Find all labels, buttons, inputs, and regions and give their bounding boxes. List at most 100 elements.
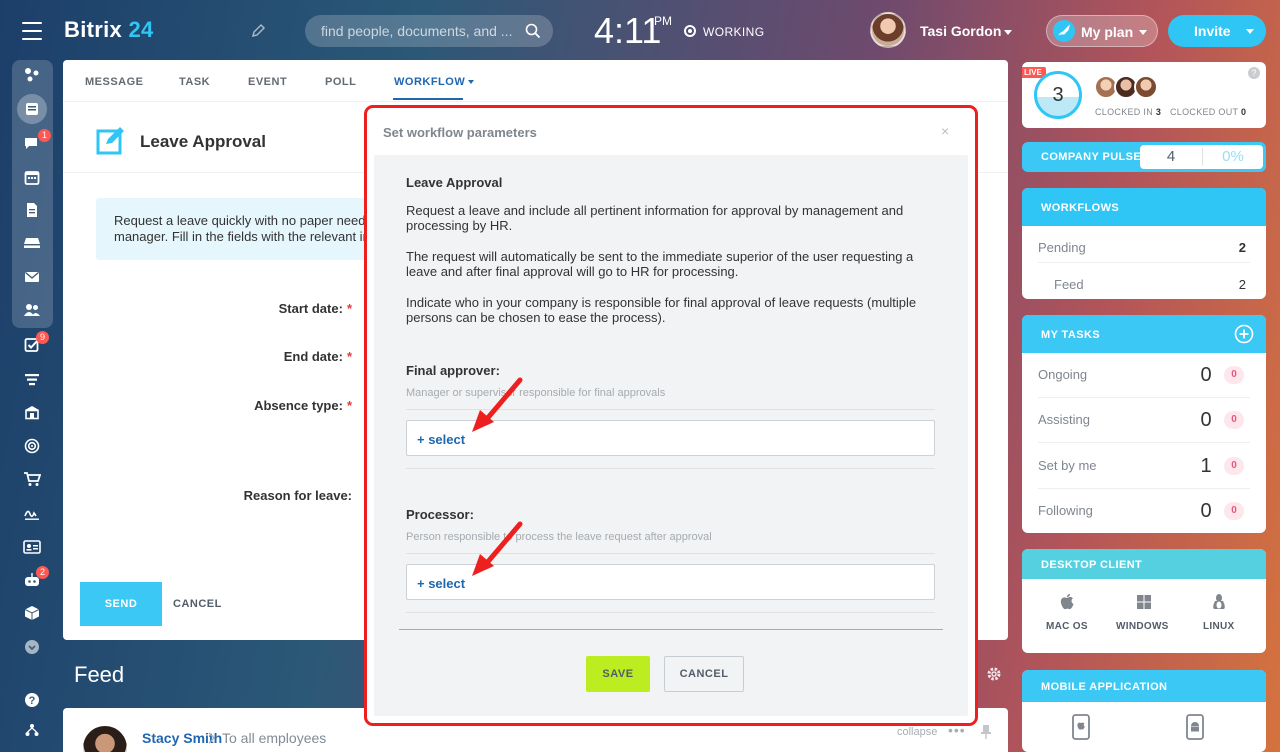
task-row-count[interactable]: 0: [1196, 500, 1216, 523]
desktop-client-widget: DESKTOP CLIENT MAC OS WINDOWS LINUX: [1022, 549, 1266, 653]
linux-link[interactable]: LINUX: [1203, 621, 1235, 632]
mobile-app-title: MOBILE APPLICATION: [1022, 670, 1266, 702]
task-row-label[interactable]: Assisting: [1038, 412, 1090, 427]
windows-icon[interactable]: [1136, 594, 1152, 610]
task-row-label[interactable]: Following: [1038, 503, 1093, 518]
online-counter[interactable]: 3: [1034, 71, 1082, 119]
menu-icon[interactable]: [22, 22, 42, 40]
workflows-feed-label[interactable]: Feed: [1054, 277, 1084, 292]
tab-task[interactable]: TASK: [179, 76, 210, 88]
my-tasks-label: MY TASKS: [1041, 329, 1101, 341]
pin-icon[interactable]: [981, 724, 991, 740]
tab-poll[interactable]: POLL: [325, 76, 356, 88]
clock-time: 4:11: [594, 10, 662, 51]
tab-workflow[interactable]: WORKFLOW: [394, 76, 465, 88]
search-icon[interactable]: [525, 23, 541, 39]
android-phone-icon[interactable]: [1186, 714, 1204, 740]
search-box[interactable]: [305, 15, 553, 47]
avatar[interactable]: [83, 726, 127, 752]
mobile-app-widget: MOBILE APPLICATION: [1022, 670, 1266, 752]
working-status-icon[interactable]: [684, 25, 696, 37]
annotation-highlight-frame: [364, 105, 978, 726]
pulse-value: 4: [1166, 148, 1176, 165]
timeman-widget: LIVE 3 ? CLOCKED IN 3 CLOCKED OUT 0: [1022, 62, 1266, 128]
tab-event[interactable]: EVENT: [248, 76, 287, 88]
chevron-down-icon[interactable]: [468, 80, 474, 84]
windows-link[interactable]: WINDOWS: [1116, 621, 1169, 632]
working-status[interactable]: WORKING: [703, 25, 764, 39]
task-row-label[interactable]: Ongoing: [1038, 367, 1087, 382]
task-row-count[interactable]: 0: [1196, 409, 1216, 432]
sidebar-item-target-icon[interactable]: [20, 434, 44, 458]
divider: [1038, 488, 1250, 489]
my-tasks-widget: MY TASKS Ongoing 0 0 Assisting 0 0 Set b…: [1022, 315, 1266, 533]
brand-logo[interactable]: Bitrix 24: [64, 17, 154, 43]
apple-icon[interactable]: [1059, 593, 1075, 611]
task-row-count[interactable]: 0: [1196, 364, 1216, 387]
task-row-count[interactable]: 1: [1196, 455, 1216, 478]
sidebar-item-sign-icon[interactable]: [20, 501, 44, 525]
sidebar-item-market-icon[interactable]: [20, 601, 44, 625]
sidebar-item-sites-icon[interactable]: [20, 63, 44, 87]
clocked-out: CLOCKED OUT 0: [1170, 107, 1247, 117]
sidebar-item-employees-icon[interactable]: [20, 298, 44, 322]
company-pulse-widget[interactable]: COMPANY PULSE 4 0%: [1022, 142, 1266, 172]
workflows-pending-label[interactable]: Pending: [1038, 240, 1086, 255]
search-input[interactable]: [321, 15, 517, 47]
task-row-label[interactable]: Set by me: [1038, 458, 1097, 473]
user-avatar[interactable]: [870, 12, 906, 48]
task-row-badge[interactable]: 0: [1224, 366, 1244, 384]
workflows-pending-count[interactable]: 2: [1202, 240, 1246, 255]
gear-icon[interactable]: [986, 666, 1002, 682]
ios-phone-icon[interactable]: [1072, 714, 1090, 740]
avatar[interactable]: [1134, 75, 1158, 99]
task-row-badge[interactable]: 0: [1224, 457, 1244, 475]
help-icon[interactable]: ?: [20, 688, 44, 712]
sidebar-item-mail-icon[interactable]: [20, 265, 44, 289]
workflows-widget: WORKFLOWS Pending 2 Feed 2: [1022, 188, 1266, 299]
sidebar-item-shop-icon[interactable]: [20, 467, 44, 491]
info-text: Request a leave quickly with no paper ne…: [114, 213, 396, 244]
workflows-feed-count[interactable]: 2: [1202, 277, 1246, 292]
help-icon[interactable]: ?: [1248, 67, 1260, 79]
sidebar-item-calendar-icon[interactable]: [20, 165, 44, 189]
tab-message[interactable]: MESSAGE: [85, 76, 144, 88]
sidebar-item-company-icon[interactable]: [20, 400, 44, 424]
sidebar-item-crm-icon[interactable]: [20, 368, 44, 392]
top-bar: Bitrix 24 4:11 PM WORKING Tasi Gordon My…: [0, 0, 1280, 62]
divider: [1038, 442, 1250, 443]
invite-label: Invite: [1194, 23, 1231, 39]
linux-icon[interactable]: [1211, 593, 1227, 611]
absence-type-label: Absence type: *: [254, 398, 352, 413]
send-button[interactable]: SEND: [80, 582, 162, 626]
sidebar-item-documents-icon[interactable]: [20, 198, 44, 222]
sidebar-more-chevron-down-icon[interactable]: [20, 635, 44, 659]
svg-text:?: ?: [29, 695, 36, 707]
info-box: Request a leave quickly with no paper ne…: [96, 198, 396, 260]
task-row-badge[interactable]: 0: [1224, 502, 1244, 520]
invite-button[interactable]: Invite: [1168, 15, 1266, 47]
sitemap-icon[interactable]: [20, 718, 44, 742]
form-title: Leave Approval: [140, 132, 266, 151]
rocket-icon: [1053, 20, 1075, 42]
chevron-down-icon[interactable]: [1004, 30, 1012, 35]
sidebar-item-drive-icon[interactable]: [20, 231, 44, 255]
my-tasks-title: MY TASKS: [1022, 315, 1266, 353]
pencil-icon[interactable]: [250, 23, 266, 39]
divider: [63, 101, 1008, 102]
cancel-button[interactable]: CANCEL: [173, 598, 222, 610]
divider: [1038, 262, 1250, 263]
collapse-link[interactable]: collapse: [897, 726, 937, 738]
workflow-edit-icon: [96, 126, 126, 156]
macos-link[interactable]: MAC OS: [1046, 621, 1088, 632]
user-name[interactable]: Tasi Gordon: [920, 23, 1001, 39]
chevron-down-icon[interactable]: [1246, 29, 1254, 34]
sidebar-item-feed-icon[interactable]: [17, 94, 47, 124]
post-recipients[interactable]: To all employees: [222, 730, 326, 746]
my-plan-button[interactable]: My plan: [1046, 15, 1158, 47]
pulse-values: 4 0%: [1140, 145, 1263, 169]
active-tab-indicator: [393, 98, 463, 100]
add-task-plus-icon[interactable]: [1234, 324, 1254, 344]
sidebar-item-contacts-icon[interactable]: [20, 535, 44, 559]
task-row-badge[interactable]: 0: [1224, 411, 1244, 429]
